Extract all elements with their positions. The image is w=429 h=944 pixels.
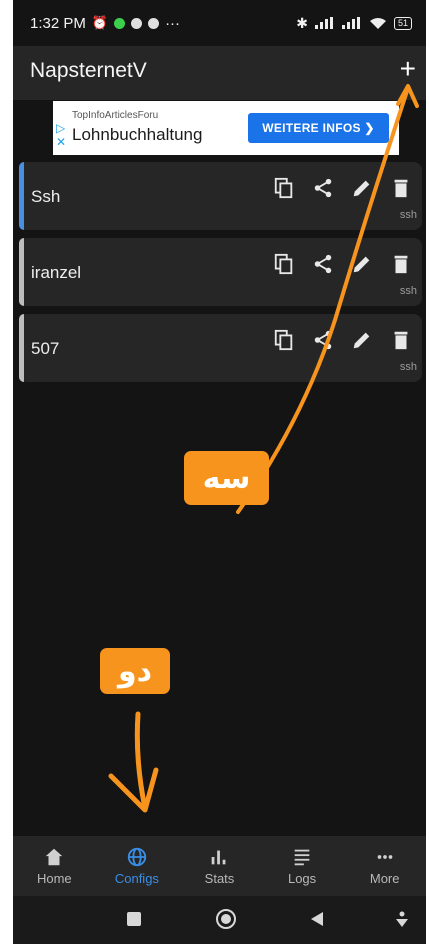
more-icon [377,855,393,859]
globe-icon [127,847,147,867]
accessibility-button[interactable] [393,910,411,928]
nav-label: Home [36,871,72,886]
phone-screen: 1:32 PM ⏰ ··· ✱ 51 NapsternetV + ▷ ✕ Top… [13,0,426,944]
nav-item-home[interactable]: Home [13,836,96,896]
nav-label: Stats [204,871,235,886]
nav-item-stats[interactable]: Stats [178,836,261,896]
back-button[interactable] [309,910,325,928]
stats-icon [212,850,226,865]
bottom-nav: Home Configs Stats Logs More [13,836,426,896]
logs-icon [294,849,310,866]
recents-button[interactable] [125,910,143,928]
nav-item-logs[interactable]: Logs [261,836,344,896]
nav-item-configs[interactable]: Configs [96,836,179,896]
annotation-arrow-bottom [108,711,159,813]
nav-label: Configs [114,871,159,886]
nav-item-more[interactable]: More [343,836,426,896]
home-icon [46,848,63,866]
nav-label: More [369,871,400,886]
system-nav-bar [13,896,426,944]
nav-label: Logs [287,871,317,886]
home-button[interactable] [215,908,237,930]
